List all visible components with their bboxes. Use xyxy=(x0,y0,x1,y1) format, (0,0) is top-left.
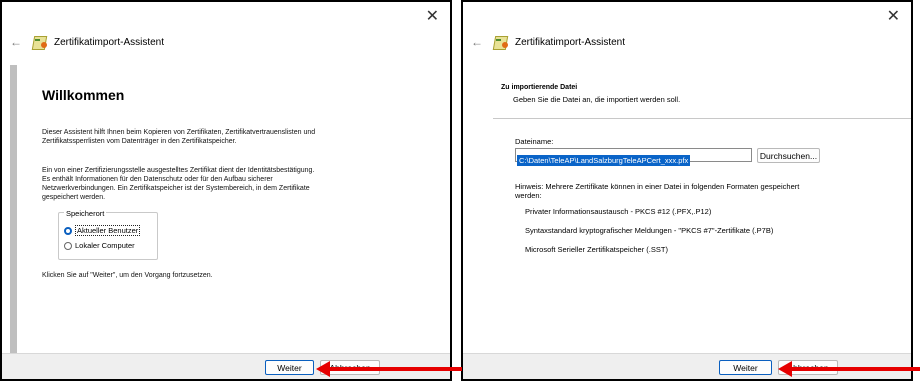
certificate-icon xyxy=(31,35,48,50)
browse-button[interactable]: Durchsuchen... xyxy=(757,148,820,163)
store-location-label: Speicherort xyxy=(64,209,107,218)
radio-current-user-label[interactable]: Aktueller Benutzer xyxy=(75,225,141,236)
intro-line-1: Dieser Assistent hilft Ihnen beim Kopier… xyxy=(42,129,316,136)
back-arrow-icon[interactable]: ← xyxy=(10,35,22,49)
certificate-icon xyxy=(492,35,509,50)
info-line-3: Netzwerkverbindungen. Ein Zertifikatspei… xyxy=(42,185,310,192)
import-wizard-file-dialog: ✕ ← Zertifikatimport-Assistent Zu import… xyxy=(461,0,913,381)
arrow-shaft xyxy=(328,367,462,371)
arrow-shaft xyxy=(790,367,920,371)
intro-line-2: Zertifikatssperrlisten vom Datenträger i… xyxy=(42,138,237,145)
info-line-2: Es enthält Informationen für den Datensc… xyxy=(42,176,273,183)
filename-input[interactable]: C:\Daten\TeleAP\LandSalzburgTeleAPCert_x… xyxy=(515,148,752,166)
close-icon[interactable]: ✕ xyxy=(426,9,439,25)
radio-unselected-icon[interactable] xyxy=(64,241,72,250)
section-title: Zu importierende Datei xyxy=(501,84,578,91)
page-title: Willkommen xyxy=(42,87,125,103)
continue-hint: Klicken Sie auf "Weiter", um den Vorgang… xyxy=(42,272,213,279)
wizard-header: ← Zertifikatimport-Assistent xyxy=(471,34,625,50)
separator xyxy=(493,118,911,119)
radio-local-machine[interactable]: Lokaler Computer xyxy=(64,241,135,250)
info-line-1: Ein von einer Zertifizierungsstelle ausg… xyxy=(42,167,315,174)
radio-current-user[interactable]: Aktueller Benutzer xyxy=(64,225,141,236)
info-line-4: gespeichert werden. xyxy=(42,194,106,201)
format-item-sst: Microsoft Serieller Zertifikatspeicher (… xyxy=(525,245,668,254)
store-location-group xyxy=(58,212,158,260)
button-bar: Weiter Abbrechen xyxy=(463,353,911,379)
radio-selected-icon[interactable] xyxy=(64,226,72,235)
format-item-pfx: Privater Informationsaustausch - PKCS #1… xyxy=(525,207,712,216)
close-icon[interactable]: ✕ xyxy=(887,9,900,25)
next-button[interactable]: Weiter xyxy=(265,360,314,375)
wizard-header: ← Zertifikatimport-Assistent xyxy=(10,34,164,50)
button-bar: Weiter Abbrechen xyxy=(2,353,450,379)
next-button[interactable]: Weiter xyxy=(719,360,772,375)
import-wizard-welcome-dialog: ✕ ← Zertifikatimport-Assistent Willkomme… xyxy=(0,0,452,381)
side-bar xyxy=(10,65,17,355)
filename-value[interactable]: C:\Daten\TeleAP\LandSalzburgTeleAPCert_x… xyxy=(517,155,691,166)
format-item-p7b: Syntaxstandard kryptografischer Meldunge… xyxy=(525,226,774,235)
filename-label: Dateiname: xyxy=(515,137,554,146)
wizard-title: Zertifikatimport-Assistent xyxy=(54,36,165,48)
radio-local-machine-label[interactable]: Lokaler Computer xyxy=(75,241,135,250)
section-subtitle: Geben Sie die Datei an, die importiert w… xyxy=(513,95,681,104)
back-arrow-icon[interactable]: ← xyxy=(471,35,483,49)
hint-line-1: Hinweis: Mehrere Zertifikate können in e… xyxy=(515,182,800,191)
hint-line-2: werden: xyxy=(515,191,542,200)
wizard-title: Zertifikatimport-Assistent xyxy=(515,36,626,48)
